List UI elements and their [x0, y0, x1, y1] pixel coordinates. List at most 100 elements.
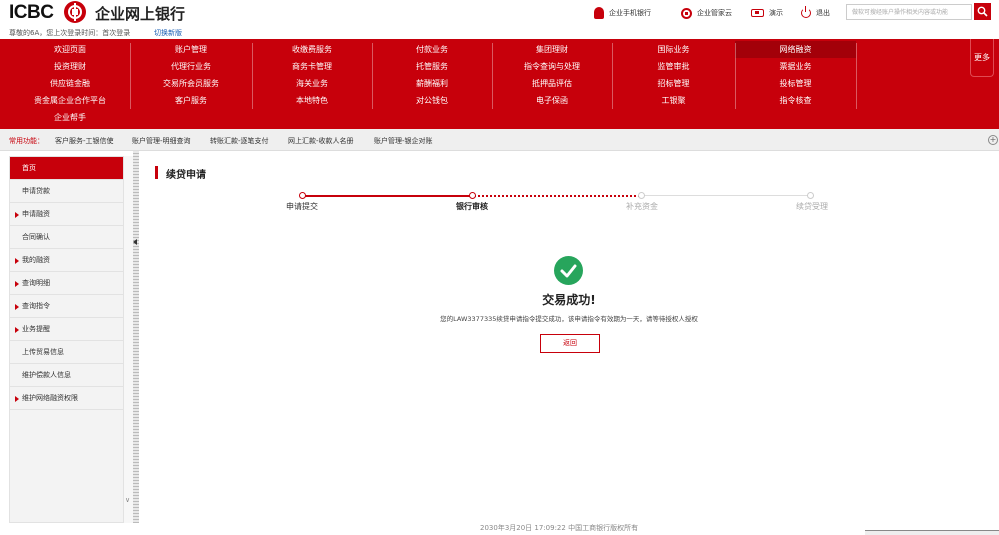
step-line-pending [643, 195, 808, 196]
sidebar-item-label: 申请融资 [22, 210, 50, 218]
page-title: 续贷申请 [166, 170, 206, 181]
sidebar-scrollbar[interactable]: ∨ [124, 156, 133, 523]
sidebar-item-label: 维护网络融资权限 [22, 394, 78, 402]
collapse-arrow-icon[interactable] [133, 239, 137, 245]
expand-triangle-icon [15, 258, 19, 264]
menu-separator [372, 43, 373, 109]
step-dot [299, 192, 306, 199]
return-button[interactable]: 返回 [540, 334, 600, 353]
butler-cloud-link[interactable]: 企业管家云 [681, 6, 732, 20]
menu-item[interactable]: 投标管理 [735, 75, 856, 92]
menu-item[interactable]: 欢迎页面 [10, 41, 130, 58]
menu-item[interactable]: 电子保函 [492, 92, 612, 109]
sidebar-item[interactable]: 首页 [10, 157, 123, 180]
menu-item[interactable]: 海关业务 [252, 75, 372, 92]
sidebar-item-label: 首页 [22, 164, 36, 172]
menu-item[interactable]: 收缴费服务 [252, 41, 372, 58]
menu-item[interactable]: 指令核查 [735, 92, 856, 109]
menu-separator [856, 43, 857, 109]
menu-separator [492, 43, 493, 109]
menu-item[interactable]: 供应链金融 [10, 75, 130, 92]
sidebar-item[interactable]: 维护偿款人信息 [10, 364, 123, 387]
step-dot [807, 192, 814, 199]
search-button[interactable] [974, 3, 991, 20]
menu-item[interactable]: 对公钱包 [372, 92, 492, 109]
login-info: 尊敬的6A，您上次登录时间：首次登录 [9, 29, 131, 37]
quick-item[interactable]: 客户服务-工银信使 [55, 136, 114, 146]
mobile-bank-link[interactable]: 企业手机银行 [594, 6, 651, 20]
sidebar: 首页申请贷款申请融资合同确认我的融资查询明细查询指令业务提醒上传贸易信息维护偿款… [9, 156, 124, 523]
search-input[interactable]: 做软可搜经账户操作相关内容或功能 [846, 4, 972, 20]
menu-item[interactable]: 账户管理 [130, 41, 252, 58]
menu-item[interactable]: 贵金属企业合作平台 [10, 92, 130, 109]
sidebar-item-label: 上传贸易信息 [22, 348, 64, 356]
success-title: 交易成功! [542, 293, 596, 307]
bank-name: 企业网上银行 [95, 5, 186, 23]
search-icon [977, 6, 988, 17]
menu-item[interactable]: 监管审批 [612, 58, 735, 75]
menu-separator [612, 43, 613, 109]
demo-link[interactable]: 演示 [751, 6, 783, 20]
sidebar-collapse-handle[interactable] [133, 151, 139, 523]
sidebar-item-label: 合同确认 [22, 233, 50, 241]
sidebar-item-label: 查询指令 [22, 302, 50, 310]
menu-item[interactable]: 客户服务 [130, 92, 252, 109]
sidebar-item[interactable]: 合同确认 [10, 226, 123, 249]
menu-item[interactable]: 票据业务 [735, 58, 856, 75]
sidebar-item[interactable]: 维护网络融资权限 [10, 387, 123, 410]
main-menu: 更多 欢迎页面 账户管理 收缴费服务 付款业务 集团理财 国际业务 网络融资投资理财 代理行业… [0, 39, 999, 129]
step-dot [469, 192, 476, 199]
menu-item[interactable]: 企业帮手 [10, 109, 130, 126]
more-menu-button[interactable]: 更多 [970, 39, 994, 77]
step-label: 续贷受理 [796, 202, 828, 211]
mobile-bank-label: 企业手机银行 [609, 9, 651, 17]
quick-item[interactable]: 账户管理-银企对账 [374, 136, 433, 146]
quick-functions-bar: 常用功能： 客户服务-工银信使 账户管理-明细查询 转账汇款-逐笔支付 网上汇款… [0, 129, 999, 151]
menu-item[interactable]: 代理行业务 [130, 58, 252, 75]
gear-icon [681, 7, 692, 19]
sidebar-item[interactable]: 申请贷款 [10, 180, 123, 203]
menu-item[interactable]: 工银聚 [612, 92, 735, 109]
quick-item[interactable]: 转账汇款-逐笔支付 [210, 136, 269, 146]
success-message: 您的LAW3377335续贷申请指令提交成功，该申请指令有效期为一天，请等待授权… [440, 315, 698, 323]
menu-item[interactable]: 付款业务 [372, 41, 492, 58]
sidebar-item-label: 业务提醒 [22, 325, 50, 333]
demo-label: 演示 [769, 9, 783, 17]
step-label: 申请提交 [286, 202, 318, 211]
add-quick-function-icon[interactable]: + [988, 135, 998, 145]
menu-item[interactable]: 招标管理 [612, 75, 735, 92]
menu-item[interactable]: 本地特色 [252, 92, 372, 109]
menu-item[interactable]: 抵押品评估 [492, 75, 612, 92]
menu-item[interactable]: 集团理财 [492, 41, 612, 58]
step-label: 补充资金 [626, 202, 658, 211]
menu-item[interactable]: 网络融资 [735, 41, 856, 58]
sidebar-item[interactable]: 业务提醒 [10, 318, 123, 341]
menu-separator [735, 43, 736, 109]
menu-item[interactable]: 托管服务 [372, 58, 492, 75]
expand-triangle-icon [15, 396, 19, 402]
demo-icon [751, 9, 764, 17]
switch-version-link[interactable]: 切换新版 [154, 28, 182, 38]
menu-item[interactable]: 投资理财 [10, 58, 130, 75]
taskbar-fragment [865, 530, 999, 535]
menu-item[interactable]: 薪酬福利 [372, 75, 492, 92]
menu-item[interactable]: 国际业务 [612, 41, 735, 58]
step-line-current [474, 195, 640, 197]
sidebar-item-label: 我的融资 [22, 256, 50, 264]
sidebar-item[interactable]: 申请融资 [10, 203, 123, 226]
quick-item[interactable]: 网上汇款-收款人名册 [288, 136, 354, 146]
sidebar-item[interactable]: 我的融资 [10, 249, 123, 272]
quick-item[interactable]: 账户管理-明细查询 [132, 136, 191, 146]
step-label: 银行审核 [456, 202, 488, 211]
scroll-down-icon[interactable]: ∨ [125, 496, 130, 504]
menu-item[interactable]: 指令查询与处理 [492, 58, 612, 75]
sidebar-item[interactable]: 上传贸易信息 [10, 341, 123, 364]
sidebar-item[interactable]: 查询指令 [10, 295, 123, 318]
page-title-accent [155, 166, 158, 179]
quick-functions-label: 常用功能： [9, 137, 44, 145]
mobile-icon [594, 7, 604, 19]
sidebar-item[interactable]: 查询明细 [10, 272, 123, 295]
logout-link[interactable]: 退出 [801, 6, 830, 20]
menu-item[interactable]: 交易所会员服务 [130, 75, 252, 92]
menu-item[interactable]: 商务卡管理 [252, 58, 372, 75]
